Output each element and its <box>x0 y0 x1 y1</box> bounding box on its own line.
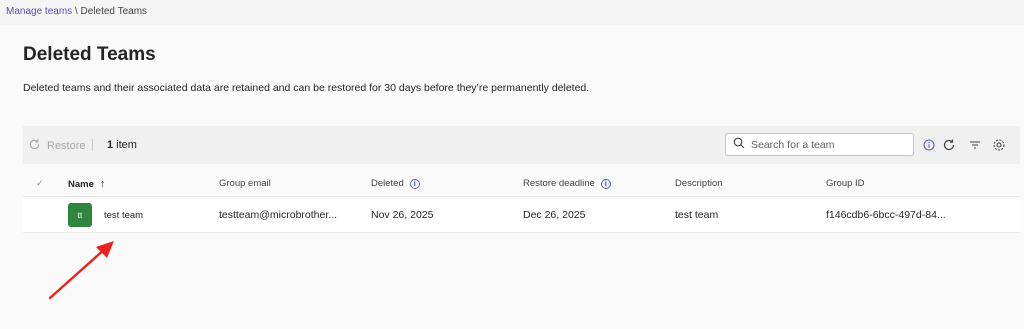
column-header-group-id-label: Group ID <box>826 178 865 189</box>
restore-button[interactable]: Restore <box>28 138 86 154</box>
search-box[interactable] <box>725 133 914 156</box>
sort-arrow-up-icon: ↑ <box>99 178 106 190</box>
restore-icon <box>28 138 41 154</box>
item-count-suffix: item <box>113 139 137 151</box>
breadcrumb: Manage teams \ Deleted Teams <box>6 6 147 17</box>
breadcrumb-separator: \ <box>72 6 81 17</box>
table-header: ✓ Name ↑ Group email Deleted i Restore d… <box>23 171 1020 197</box>
team-name[interactable]: test team <box>104 210 143 221</box>
restore-label: Restore <box>47 140 86 152</box>
table-row[interactable]: tt test team testteam@microbrother... No… <box>23 197 1020 233</box>
toolbar: Restore 1 item <box>23 126 1020 164</box>
group-email-cell: testteam@microbrother... <box>219 209 338 221</box>
annotation-arrow-icon <box>48 241 114 300</box>
info-icon[interactable]: i <box>600 178 611 189</box>
description-cell: test team <box>675 209 719 221</box>
refresh-icon[interactable] <box>942 138 956 152</box>
restore-deadline-cell: Dec 26, 2025 <box>523 209 586 221</box>
search-input[interactable] <box>751 138 911 151</box>
page-description: Deleted teams and their associated data … <box>23 82 590 94</box>
search-icon <box>733 136 745 154</box>
main-panel: Deleted Teams Deleted teams and their as… <box>0 25 1024 329</box>
column-header-name[interactable]: Name ↑ <box>68 178 105 190</box>
column-header-group-email-label: Group email <box>219 178 271 189</box>
column-header-deleted[interactable]: Deleted i <box>371 178 420 189</box>
item-count: 1 item <box>107 139 137 151</box>
breadcrumb-current: Deleted Teams <box>80 6 148 17</box>
checkmark-icon[interactable]: ✓ <box>36 178 44 189</box>
column-header-description-label: Description <box>675 178 723 189</box>
column-header-group-email[interactable]: Group email <box>219 178 271 189</box>
group-id-cell: f146cdb6-6bcc-497d-84... <box>826 209 946 221</box>
deleted-date-cell: Nov 26, 2025 <box>371 209 434 221</box>
breadcrumb-link-manage-teams[interactable]: Manage teams <box>6 6 72 17</box>
avatar: tt <box>68 203 92 227</box>
toolbar-divider <box>92 139 93 151</box>
settings-icon[interactable] <box>992 138 1006 152</box>
column-header-description[interactable]: Description <box>675 178 723 189</box>
filter-icon[interactable] <box>968 138 982 152</box>
info-icon[interactable]: i <box>409 178 420 189</box>
column-header-name-label: Name <box>68 178 94 190</box>
column-header-restore-deadline-label: Restore deadline <box>523 178 595 189</box>
info-icon[interactable] <box>922 138 936 152</box>
column-header-restore-deadline[interactable]: Restore deadline i <box>523 178 611 189</box>
column-header-group-id[interactable]: Group ID <box>826 178 865 189</box>
page-title: Deleted Teams <box>23 44 156 65</box>
column-header-deleted-label: Deleted <box>371 178 404 189</box>
